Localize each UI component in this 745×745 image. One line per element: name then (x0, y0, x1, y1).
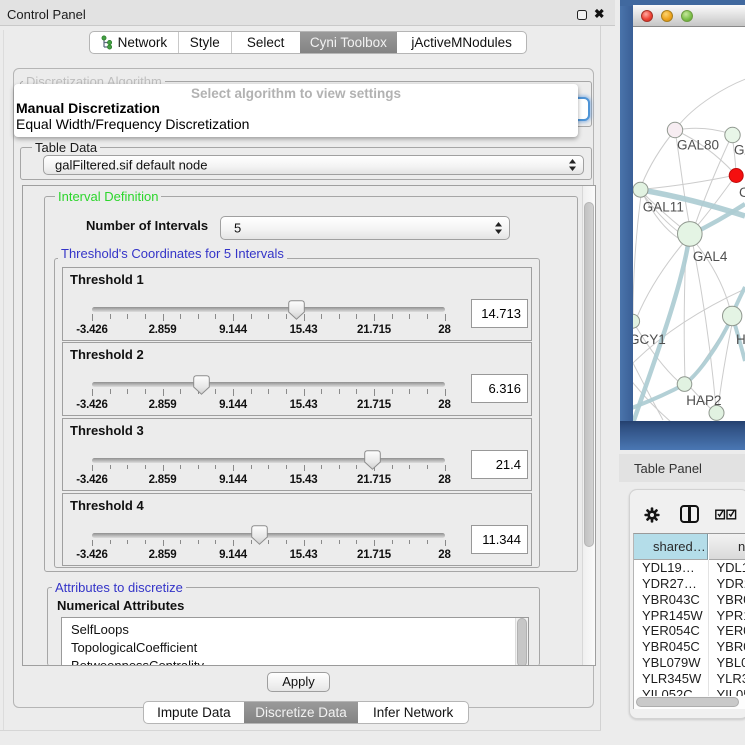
svg-text:HAP2: HAP2 (686, 393, 721, 408)
svg-text:H: H (736, 332, 745, 347)
svg-text:GAL4: GAL4 (693, 249, 728, 264)
svg-text:C: C (739, 185, 745, 200)
svg-text:GAL11: GAL11 (643, 200, 684, 215)
svg-text:GCY1: GCY1 (633, 332, 666, 347)
svg-text:GAL80: GAL80 (677, 138, 719, 153)
svg-text:GA: GA (734, 143, 745, 158)
